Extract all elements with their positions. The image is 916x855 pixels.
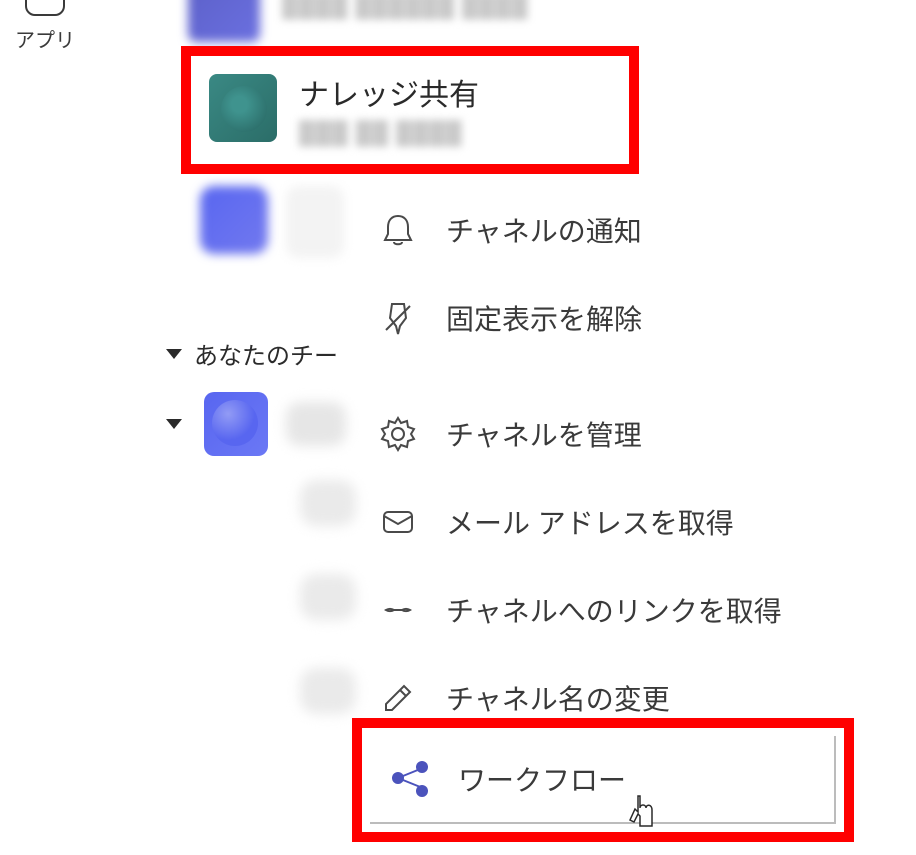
menu-label: チャネルの通知	[446, 210, 642, 250]
bell-icon	[378, 210, 418, 250]
menu-label: チャネルへのリンクを取得	[446, 590, 782, 630]
apps-icon[interactable]	[25, 0, 65, 16]
section-your-teams[interactable]: あなたのチー	[166, 336, 338, 371]
team-avatar	[200, 186, 268, 254]
team-avatar	[209, 74, 277, 142]
chevron-down-icon	[166, 419, 182, 429]
pencil-icon	[378, 678, 418, 718]
team-group[interactable]	[166, 392, 346, 456]
channel-list	[300, 480, 356, 714]
team-avatar	[188, 0, 260, 42]
menu-workflow[interactable]: ワークフロー	[370, 736, 836, 824]
section-label: あなたのチー	[194, 336, 338, 371]
sidebar-apps: アプリ	[10, 0, 80, 53]
menu-label: チャネルを管理	[446, 414, 642, 454]
channel-item[interactable]	[300, 480, 356, 526]
team-title: ナレッジ共有	[299, 70, 479, 114]
gear-icon	[378, 414, 418, 454]
chevron-down-icon	[166, 349, 182, 359]
team-row[interactable]	[200, 186, 344, 258]
team-avatar	[204, 392, 268, 456]
highlight-knowledge-share: ナレッジ共有 ███ ██ ████	[181, 46, 639, 174]
channel-item[interactable]	[300, 574, 356, 620]
cursor-pointer-icon	[626, 792, 660, 832]
apps-label: アプリ	[15, 24, 75, 53]
presence-indicator	[286, 186, 344, 258]
menu-label: 固定表示を解除	[446, 298, 642, 338]
teams-list: ████ ██████ ████	[180, 0, 880, 52]
highlight-workflow: ワークフロー	[352, 718, 854, 842]
unpin-icon	[378, 298, 418, 338]
channel-item[interactable]	[300, 668, 356, 714]
menu-get-email[interactable]: メール アドレスを取得	[366, 478, 876, 566]
team-row[interactable]: ████ ██████ ████	[180, 0, 880, 52]
channel-context-menu: チャネルの通知 固定表示を解除 チャネルを管理 メール アドレスを取得 チャネル…	[366, 186, 876, 742]
mail-icon	[378, 502, 418, 542]
menu-unpin[interactable]: 固定表示を解除	[366, 274, 876, 362]
blurred-text	[286, 402, 346, 446]
blurred-text: ████ ██████ ████	[282, 0, 528, 19]
menu-label: ワークフロー	[458, 759, 626, 799]
menu-channel-notifications[interactable]: チャネルの通知	[366, 186, 876, 274]
menu-get-link[interactable]: チャネルへのリンクを取得	[366, 566, 876, 654]
menu-label: チャネル名の変更	[446, 678, 670, 718]
menu-label: メール アドレスを取得	[446, 502, 734, 542]
blurred-text: ███ ██ ████	[299, 120, 479, 146]
menu-manage-channel[interactable]: チャネルを管理	[366, 390, 876, 478]
team-row-knowledge[interactable]: ナレッジ共有 ███ ██ ████	[191, 56, 629, 160]
link-icon	[378, 590, 418, 630]
share-icon	[390, 759, 430, 799]
